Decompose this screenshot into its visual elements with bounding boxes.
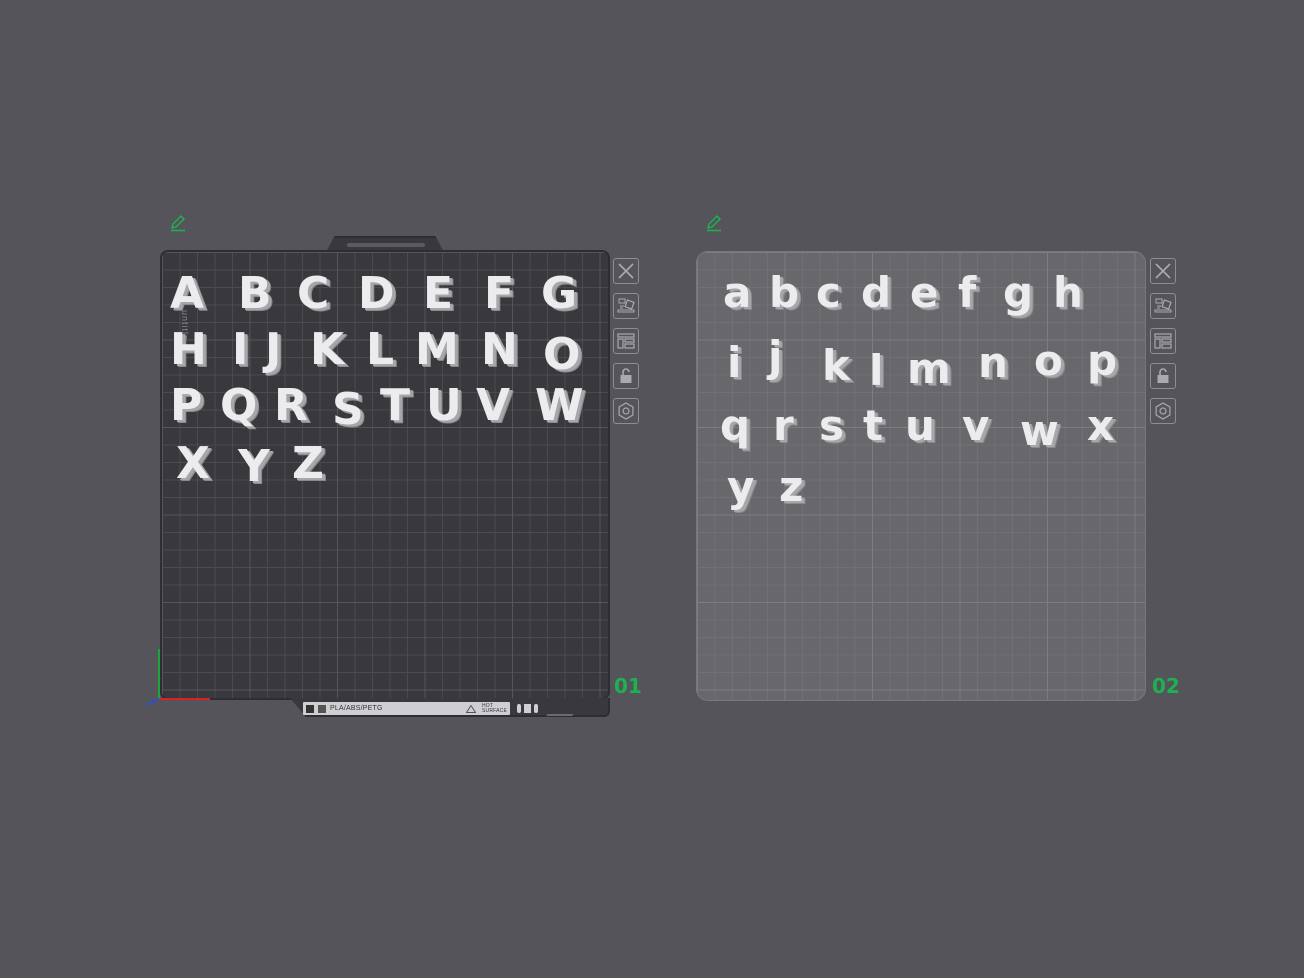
arrange-icon bbox=[617, 298, 635, 313]
arrange-button[interactable] bbox=[613, 293, 639, 319]
warning-icon bbox=[465, 704, 476, 713]
letter-object[interactable]: l bbox=[869, 350, 883, 392]
plate-label-strip: PLA/ABS/PETG HOT SURFACE bbox=[303, 702, 510, 715]
plate-handle-slot bbox=[347, 243, 425, 247]
axes-gizmo bbox=[145, 649, 210, 706]
close-plate-button[interactable] bbox=[613, 258, 639, 284]
letter-object[interactable]: w bbox=[1020, 410, 1059, 452]
letter-object[interactable]: q bbox=[720, 405, 750, 447]
auto-layout-button[interactable] bbox=[613, 328, 639, 354]
letter-object[interactable]: v bbox=[962, 405, 989, 447]
letter-object[interactable]: S bbox=[332, 388, 364, 432]
letter-object[interactable]: j bbox=[768, 336, 782, 378]
letter-object[interactable]: n bbox=[978, 342, 1008, 384]
plate-number: 01 bbox=[614, 674, 642, 698]
plate-02-toolbar bbox=[1150, 258, 1176, 424]
bulb-icon bbox=[534, 704, 538, 713]
letter-object[interactable]: H bbox=[170, 328, 207, 372]
letter-object[interactable]: o bbox=[1034, 340, 1063, 382]
plate-01-toolbar bbox=[613, 258, 639, 424]
settings-icon bbox=[1155, 402, 1171, 420]
letter-object[interactable]: i bbox=[727, 342, 741, 384]
close-plate-button[interactable] bbox=[1150, 258, 1176, 284]
letter-object[interactable]: t bbox=[863, 405, 883, 447]
letter-object[interactable]: Y bbox=[238, 445, 270, 489]
letter-object[interactable]: h bbox=[1053, 272, 1083, 314]
letter-object[interactable]: y bbox=[727, 466, 754, 508]
arrange-icon bbox=[1154, 298, 1172, 313]
auto-layout-button[interactable] bbox=[1150, 328, 1176, 354]
letter-object[interactable]: P bbox=[170, 384, 202, 428]
letter-object[interactable]: k bbox=[822, 345, 850, 387]
letter-object[interactable]: B bbox=[238, 272, 272, 316]
plate-icon bbox=[524, 704, 531, 713]
bulb-icon bbox=[517, 704, 521, 713]
pencil-icon[interactable] bbox=[705, 214, 723, 232]
plate-settings-button[interactable] bbox=[613, 398, 639, 424]
letter-object[interactable]: L bbox=[366, 328, 394, 372]
letter-object[interactable]: T bbox=[380, 384, 410, 428]
letter-object[interactable]: Q bbox=[220, 384, 257, 428]
arrange-button[interactable] bbox=[1150, 293, 1176, 319]
letter-object[interactable]: x bbox=[1087, 405, 1114, 447]
plate-settings-button[interactable] bbox=[1150, 398, 1176, 424]
letter-object[interactable]: K bbox=[310, 328, 344, 372]
letter-object[interactable]: e bbox=[910, 272, 939, 314]
pencil-icon[interactable] bbox=[169, 214, 187, 232]
letter-object[interactable]: E bbox=[423, 272, 453, 316]
close-icon bbox=[1155, 263, 1171, 279]
hot-line2: SURFACE bbox=[481, 707, 507, 714]
letter-object[interactable]: z bbox=[779, 466, 803, 508]
build-plate-smooth[interactable] bbox=[696, 251, 1146, 701]
letter-object[interactable]: f bbox=[958, 272, 976, 314]
letter-object[interactable]: r bbox=[773, 405, 794, 447]
layout-icon bbox=[617, 333, 635, 349]
layout-icon bbox=[1154, 333, 1172, 349]
letter-object[interactable]: U bbox=[426, 384, 462, 428]
letter-object[interactable]: D bbox=[358, 272, 395, 316]
settings-icon bbox=[618, 402, 634, 420]
letter-object[interactable]: J bbox=[265, 328, 281, 372]
letter-object[interactable]: m bbox=[907, 348, 951, 390]
letter-object[interactable]: V bbox=[476, 384, 510, 428]
letter-object[interactable]: A bbox=[170, 272, 204, 316]
plate-label-icons bbox=[517, 703, 549, 714]
letter-object[interactable]: c bbox=[816, 272, 841, 314]
lock-plate-button[interactable] bbox=[1150, 363, 1176, 389]
plate-number: 02 bbox=[1152, 674, 1180, 698]
letter-object[interactable]: F bbox=[484, 272, 514, 316]
letter-object[interactable]: N bbox=[481, 328, 518, 372]
qr-icon bbox=[306, 704, 314, 713]
letter-object[interactable]: O bbox=[543, 333, 580, 377]
letter-object[interactable]: b bbox=[769, 272, 799, 314]
hot-surface-label: HOT SURFACE bbox=[481, 703, 507, 714]
letter-object[interactable]: a bbox=[723, 272, 751, 314]
letter-object[interactable]: W bbox=[535, 384, 584, 428]
filament-label: PLA/ABS/PETG bbox=[330, 705, 383, 712]
lock-icon bbox=[1157, 368, 1169, 383]
letter-object[interactable]: u bbox=[905, 405, 935, 447]
close-icon bbox=[618, 263, 634, 279]
letter-object[interactable]: C bbox=[297, 272, 329, 316]
lock-icon bbox=[620, 368, 632, 383]
letter-object[interactable]: X bbox=[176, 442, 210, 486]
logo-icon bbox=[318, 704, 326, 713]
letter-object[interactable]: G bbox=[541, 272, 577, 316]
letter-object[interactable]: s bbox=[819, 405, 844, 447]
letter-object[interactable]: R bbox=[274, 384, 308, 428]
letter-object[interactable]: g bbox=[1003, 272, 1033, 314]
letter-object[interactable]: M bbox=[415, 328, 459, 372]
letter-object[interactable]: Z bbox=[292, 442, 324, 486]
letter-object[interactable]: p bbox=[1087, 340, 1117, 382]
letter-object[interactable]: I bbox=[232, 328, 248, 372]
letter-object[interactable]: d bbox=[861, 272, 891, 314]
lock-plate-button[interactable] bbox=[613, 363, 639, 389]
